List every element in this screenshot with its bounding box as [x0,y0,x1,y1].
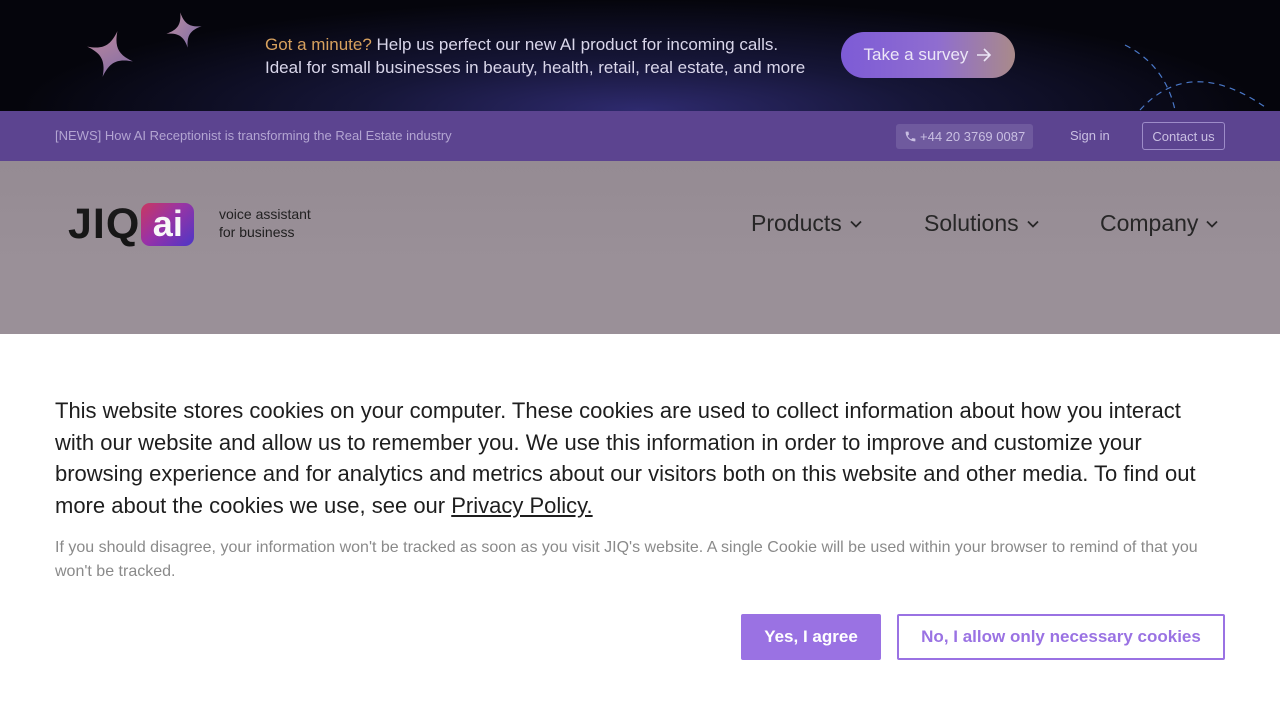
phone-link[interactable]: +44 20 3769 0087 [896,124,1034,149]
cookie-description: This website stores cookies on your comp… [55,398,1196,518]
nav-company-label: Company [1100,210,1199,236]
tagline-line-1: voice assistant [219,206,311,222]
chevron-down-icon [1206,220,1219,228]
chevron-down-icon [1026,220,1039,228]
promo-line-2: Ideal for small businesses in beauty, he… [265,58,806,77]
tagline-line-2: for business [219,224,295,240]
logo-text: JIQ [68,200,141,248]
logo-tagline: voice assistant for business [219,205,311,241]
promo-message: Got a minute? Help us perfect our new AI… [265,33,805,79]
agree-button[interactable]: Yes, I agree [741,614,881,660]
sparkle-icon [166,12,202,48]
chevron-down-icon [850,220,862,228]
nav-solutions[interactable]: Solutions [924,210,1039,237]
phone-number: +44 20 3769 0087 [920,129,1026,144]
phone-icon [905,131,916,142]
sign-in-link[interactable]: Sign in [1070,128,1110,143]
arrow-right-icon [977,48,992,62]
contact-us-button[interactable]: Contact us [1142,122,1225,150]
logo[interactable]: JIQ ai [68,200,195,248]
nav-products[interactable]: Products [751,210,862,237]
promo-banner: Got a minute? Help us perfect our new AI… [0,0,1280,111]
news-link[interactable]: [NEWS] How AI Receptionist is transformi… [55,128,452,143]
necessary-cookies-button[interactable]: No, I allow only necessary cookies [897,614,1225,660]
promo-highlight: Got a minute? [265,35,372,54]
logo-badge: ai [141,202,195,246]
take-survey-button[interactable]: Take a survey [841,32,1015,78]
promo-line-1: Help us perfect our new AI product for i… [371,35,779,54]
sparkle-icon [87,31,133,77]
cookie-consent-panel: This website stores cookies on your comp… [0,334,1280,720]
decorative-arcs [1124,44,1266,111]
cookie-secondary-text: If you should disagree, your information… [55,539,1198,580]
site-header: JIQ ai voice assistant for business Prod… [0,161,1280,334]
nav-company[interactable]: Company [1100,210,1219,237]
nav-solutions-label: Solutions [924,210,1019,236]
survey-button-label: Take a survey [863,45,969,64]
privacy-policy-link[interactable]: Privacy Policy. [451,493,592,518]
nav-products-label: Products [751,210,842,236]
cookie-main-text: This website stores cookies on your comp… [55,395,1225,521]
